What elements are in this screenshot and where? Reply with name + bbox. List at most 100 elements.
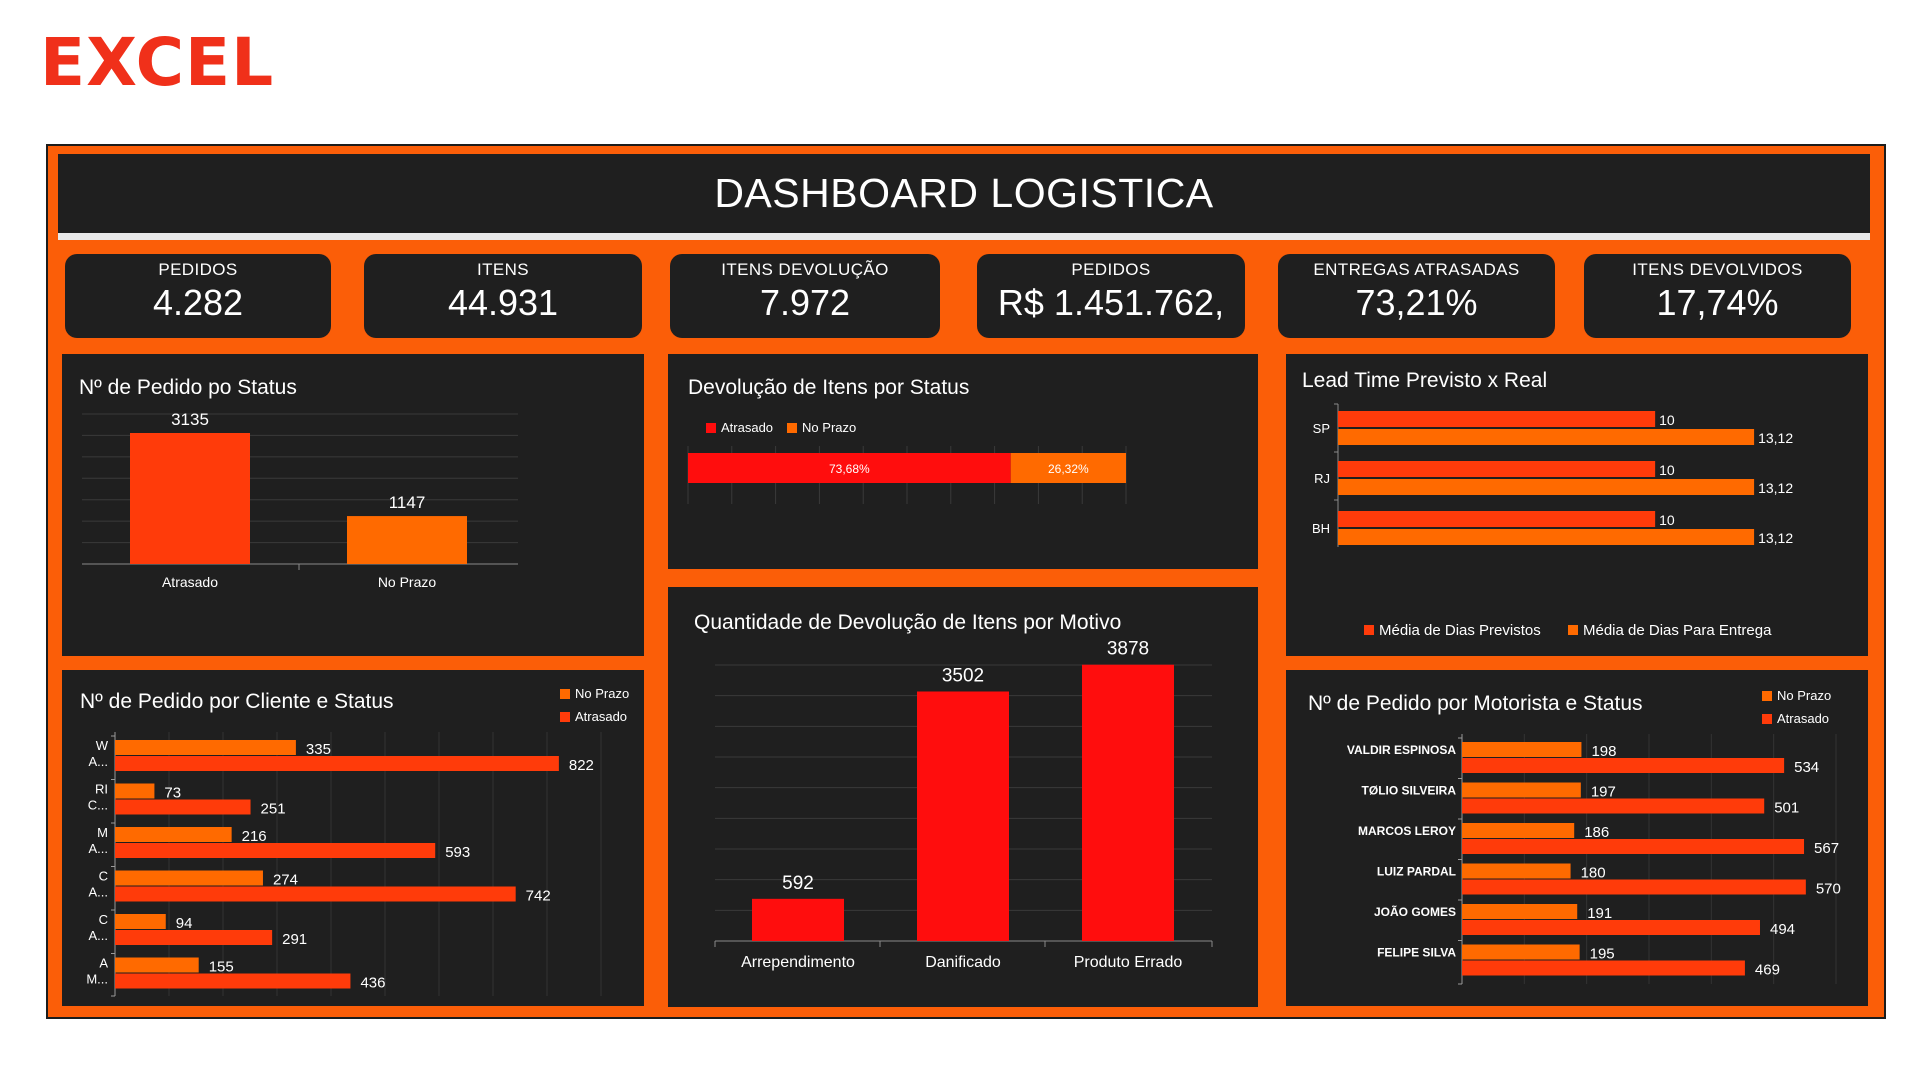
data-label: 180 bbox=[1581, 865, 1606, 882]
panel-devolucao-motivo: Quantidade de Devolução de Itens por Mot… bbox=[668, 587, 1258, 1007]
tick-label: A... bbox=[88, 754, 108, 769]
tick-label: SP bbox=[1313, 421, 1330, 436]
data-label: 216 bbox=[242, 828, 267, 845]
data-label: 436 bbox=[360, 975, 385, 992]
tick-label: M bbox=[97, 825, 108, 840]
data-label: 10 bbox=[1659, 462, 1675, 478]
data-label: 534 bbox=[1794, 759, 1819, 776]
data-label: 3135 bbox=[171, 410, 209, 429]
bar bbox=[1462, 782, 1581, 798]
bar bbox=[1338, 461, 1656, 477]
bar bbox=[1462, 944, 1580, 960]
data-label: 335 bbox=[306, 741, 331, 758]
data-label: 251 bbox=[261, 801, 286, 818]
tick-label: JOÃO GOMES bbox=[1374, 904, 1456, 919]
title-bar: DASHBOARD LOGISTICA bbox=[58, 154, 1870, 240]
tick-label: C bbox=[99, 869, 108, 884]
panel-pedido-status: Nº de Pedido po Status 3135 Atrasado 1147 N… bbox=[62, 354, 644, 656]
bar bbox=[1338, 479, 1755, 495]
data-label: 26,32% bbox=[1048, 462, 1089, 476]
legend-swatch bbox=[1568, 625, 1578, 635]
tick-label: LUIZ PARDAL bbox=[1377, 865, 1456, 879]
tick-label: Arrependimento bbox=[741, 954, 855, 971]
kpi-card-itens-devolucao: ITENS DEVOLUÇÃO 7.972 bbox=[670, 254, 940, 338]
tick-label: Danificado bbox=[925, 954, 1001, 971]
bar bbox=[115, 799, 251, 815]
legend-label: Média de Dias Previstos bbox=[1379, 622, 1541, 639]
chart-devolucao-motivo: 592 Arrependimento 3502 Danificado 3878 Produ… bbox=[714, 639, 1213, 971]
tick-label: A... bbox=[88, 928, 108, 943]
data-label: 501 bbox=[1774, 800, 1799, 817]
kpi-label: ITENS bbox=[476, 260, 530, 279]
kpi-value: 7.972 bbox=[759, 282, 851, 323]
panel-lead-time: Lead Time Previsto x Real SP 10 13,12 RJ 10 1… bbox=[1286, 354, 1868, 656]
bar bbox=[115, 930, 273, 945]
data-label: 10 bbox=[1659, 512, 1675, 528]
bar bbox=[917, 691, 1009, 941]
data-label: 13,12 bbox=[1758, 530, 1793, 546]
tick-label: A... bbox=[88, 841, 108, 856]
tick-label: TØLIO SILVEIRA bbox=[1362, 784, 1457, 798]
bar bbox=[1338, 429, 1755, 445]
kpi-card-itens: ITENS 44.931 bbox=[364, 254, 642, 338]
data-label: 155 bbox=[209, 959, 234, 976]
tick-label: Produto Errado bbox=[1074, 954, 1183, 971]
tick-label: FELIPE SILVA bbox=[1377, 946, 1456, 960]
kpi-value: 4.282 bbox=[152, 282, 244, 323]
data-label: 13,12 bbox=[1758, 430, 1793, 446]
bar bbox=[115, 914, 166, 929]
chart-devolucao-status: 73,68% 26,32% bbox=[687, 446, 1127, 504]
bar bbox=[115, 843, 436, 858]
data-label: 73 bbox=[164, 785, 181, 802]
tick-label: A bbox=[99, 956, 108, 971]
tick-label: A... bbox=[88, 885, 108, 900]
kpi-label: ITENS DEVOLUÇÃO bbox=[721, 260, 889, 279]
data-label: 195 bbox=[1590, 946, 1615, 963]
panel-devolucao-status: Devolução de Itens por Status Atrasado N… bbox=[668, 354, 1258, 569]
data-label: 822 bbox=[569, 757, 594, 774]
data-label: 494 bbox=[1770, 921, 1795, 938]
kpi-label: PEDIDOS bbox=[158, 260, 238, 279]
bar bbox=[115, 973, 351, 989]
tick-label: W bbox=[96, 738, 109, 753]
bar bbox=[1462, 863, 1571, 879]
kpi-label: ITENS DEVOLVIDOS bbox=[1632, 260, 1803, 279]
data-label: 198 bbox=[1591, 743, 1616, 760]
data-label: 593 bbox=[445, 844, 470, 861]
panel-pedido-cliente: Nº de Pedido por Cliente e Status No Pra… bbox=[62, 670, 644, 1006]
chart-pedido-cliente: WA...335822RIC...73251MA...216593CA...27… bbox=[86, 732, 602, 997]
data-label: 191 bbox=[1587, 905, 1612, 922]
bar bbox=[115, 827, 232, 842]
bar bbox=[1462, 823, 1575, 838]
kpi-value: 44.931 bbox=[447, 282, 559, 323]
data-label: 469 bbox=[1755, 962, 1780, 979]
tick-label: C bbox=[99, 912, 108, 927]
bar bbox=[115, 756, 559, 771]
dashboard-title: DASHBOARD LOGISTICA bbox=[714, 170, 1214, 216]
bar bbox=[1462, 920, 1760, 935]
data-label: 10 bbox=[1659, 412, 1675, 428]
data-label: 291 bbox=[282, 931, 307, 948]
data-label: 592 bbox=[782, 873, 814, 894]
tick-label: No Prazo bbox=[378, 574, 437, 590]
bar bbox=[130, 433, 250, 564]
data-label: 274 bbox=[273, 872, 298, 889]
bar bbox=[1462, 742, 1582, 757]
bar bbox=[115, 886, 516, 902]
kpi-label: ENTREGAS ATRASADAS bbox=[1313, 260, 1520, 279]
kpi-card-pedidos: PEDIDOS 4.282 bbox=[65, 254, 331, 338]
kpi-card-pedidos-valor: PEDIDOS R$ 1.451.762, bbox=[977, 254, 1245, 338]
brand-logo: EXCEL bbox=[40, 24, 275, 101]
data-label: 197 bbox=[1591, 784, 1616, 801]
legend-label: Média de Dias Para Entrega bbox=[1583, 622, 1772, 639]
tick-label: M... bbox=[86, 972, 108, 987]
chart-pedido-motorista: VALDIR ESPINOSA 198 534 TØLIO SILVEIRA 197 50… bbox=[1347, 734, 1841, 985]
data-label: 1147 bbox=[389, 493, 426, 512]
bar bbox=[115, 783, 155, 799]
bar bbox=[1082, 664, 1174, 941]
tick-label: BH bbox=[1312, 521, 1330, 536]
legend-swatch bbox=[1364, 625, 1374, 635]
kpi-card-entregas-atrasadas: ENTREGAS ATRASADAS 73,21% bbox=[1278, 254, 1555, 338]
bar bbox=[115, 740, 296, 755]
tick-label: VALDIR ESPINOSA bbox=[1347, 743, 1456, 757]
